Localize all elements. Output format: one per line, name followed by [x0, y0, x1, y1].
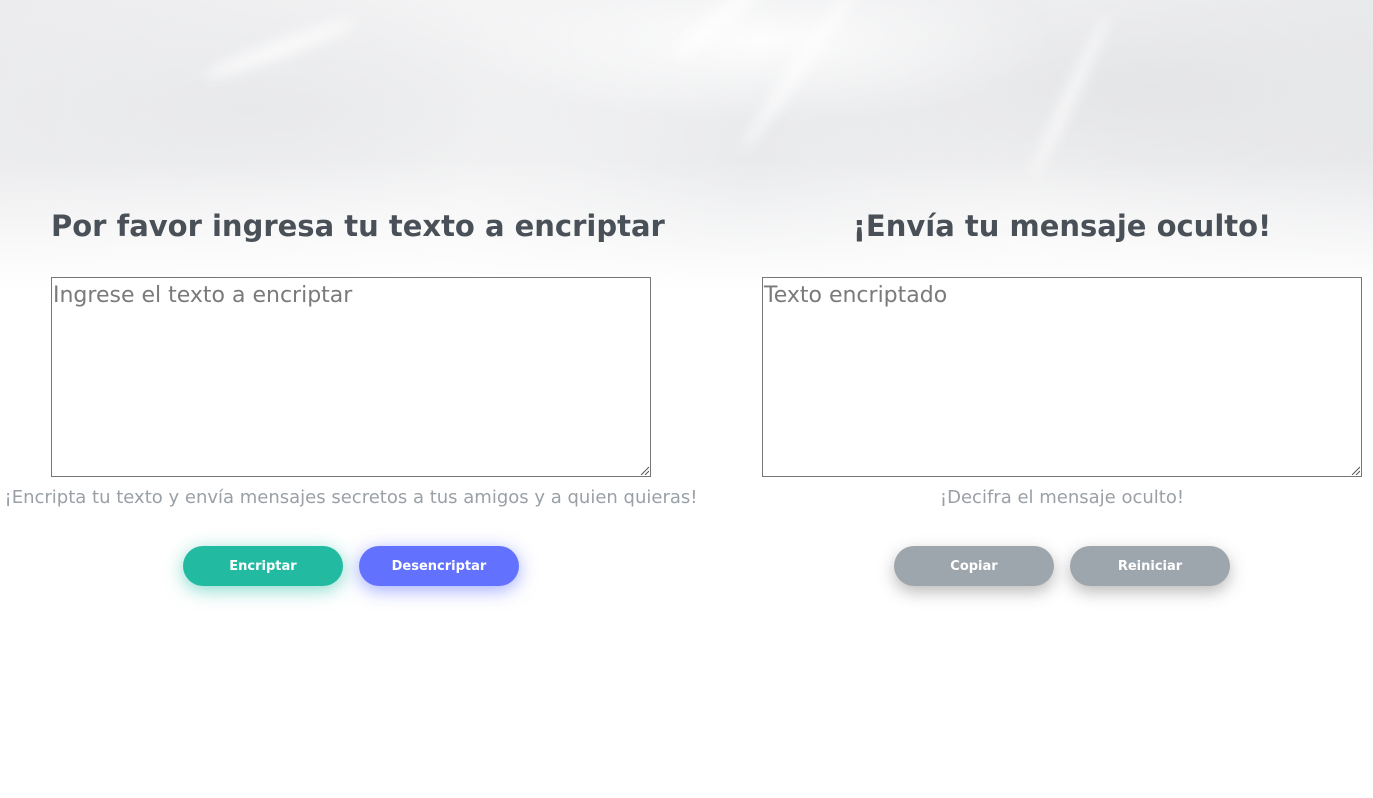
text-input[interactable]: Ingrese el texto a encriptar	[51, 277, 651, 477]
output-panel: ¡Envía tu mensaje oculto! Texto encripta…	[762, 200, 1362, 586]
encrypt-button[interactable]: Encriptar	[183, 546, 343, 586]
background-streak	[736, 0, 864, 153]
encrypt-hint: ¡Encripta tu texto y envía mensajes secr…	[4, 487, 698, 508]
resize-grip-icon[interactable]	[1350, 465, 1360, 475]
copy-button[interactable]: Copiar	[894, 546, 1054, 586]
page: Por favor ingresa tu texto a encriptar I…	[0, 0, 1373, 798]
encrypt-button-row: Encriptar Desencriptar	[51, 546, 651, 586]
output-hint: ¡Decifra el mensaje oculto!	[939, 487, 1185, 508]
output-textarea[interactable]: Texto encriptado	[762, 277, 1362, 477]
resize-grip-icon[interactable]	[639, 465, 649, 475]
background-streak	[667, 0, 773, 67]
text-input-placeholder: Ingrese el texto a encriptar	[53, 283, 353, 308]
background-streak	[1026, 11, 1114, 181]
output-button-row: Copiar Reiniciar	[762, 546, 1362, 586]
output-placeholder: Texto encriptado	[764, 283, 948, 308]
decrypt-button[interactable]: Desencriptar	[359, 546, 519, 586]
encrypt-panel-title: Por favor ingresa tu texto a encriptar	[51, 209, 665, 243]
reset-button[interactable]: Reiniciar	[1070, 546, 1230, 586]
encrypt-panel: Por favor ingresa tu texto a encriptar I…	[5, 200, 697, 586]
background-streak	[201, 13, 359, 85]
output-panel-title: ¡Envía tu mensaje oculto!	[852, 209, 1272, 243]
